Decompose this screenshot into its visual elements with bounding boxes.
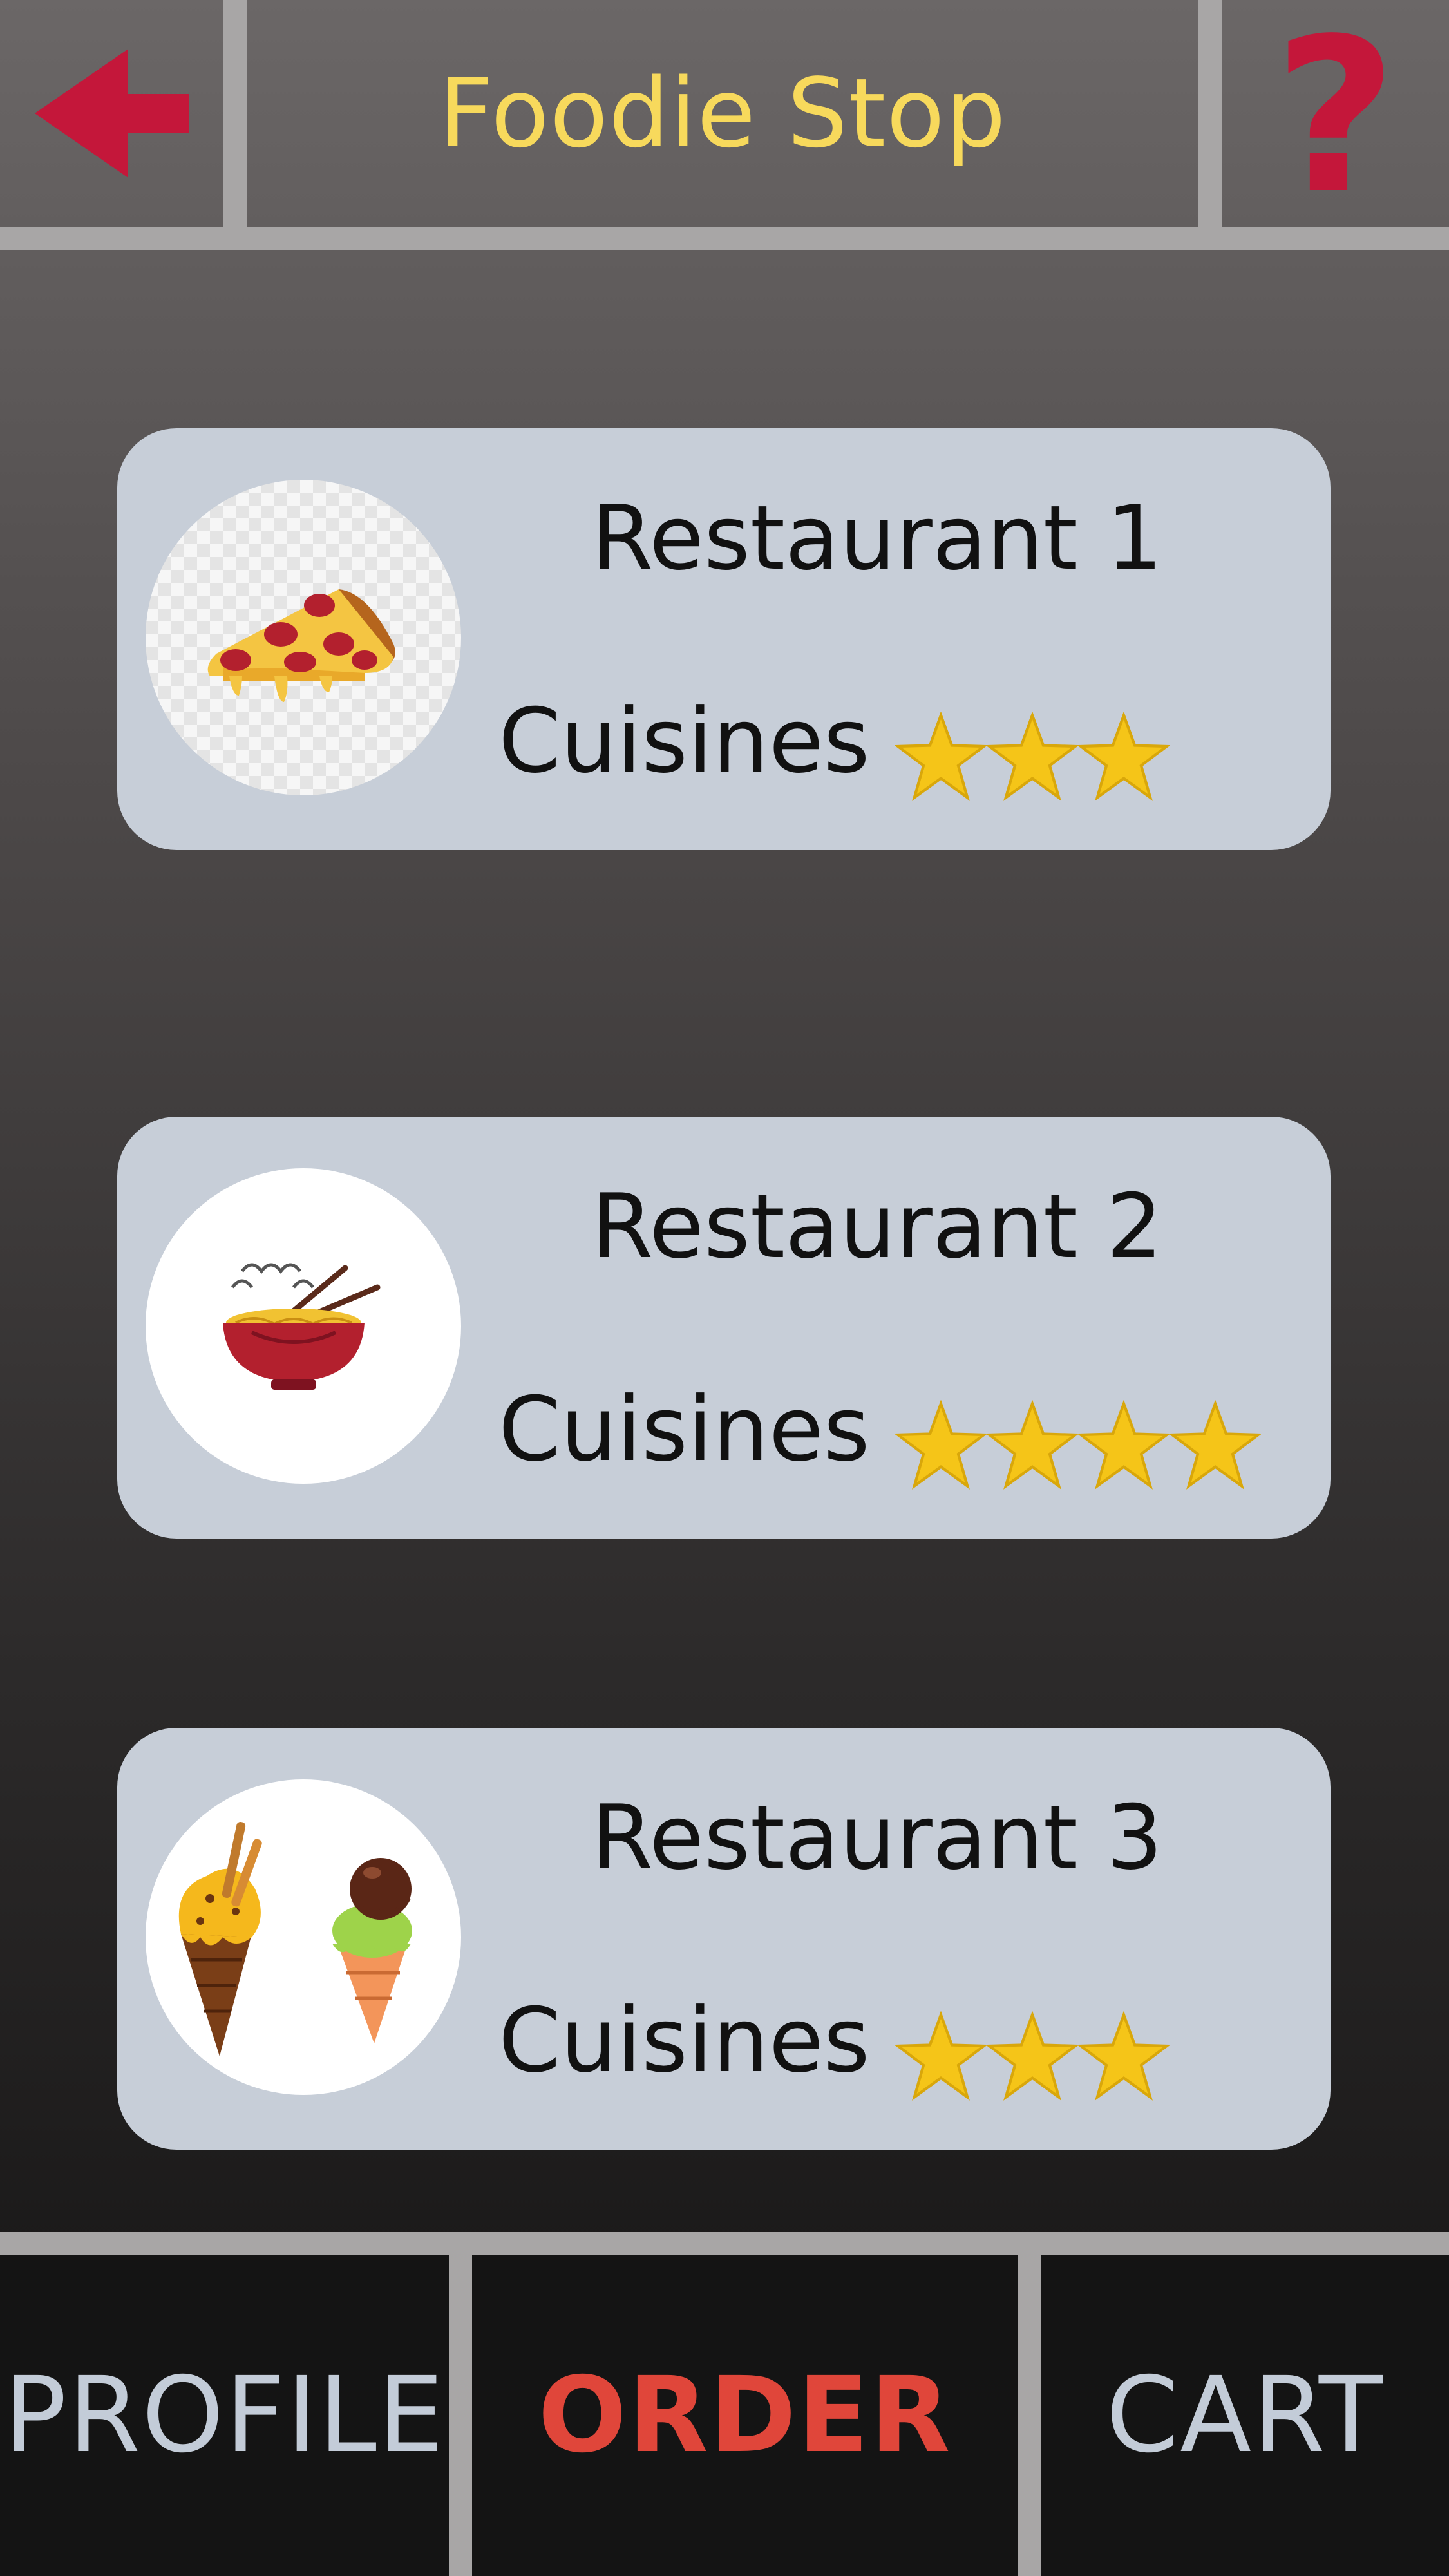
- restaurant-name: Restaurant 3: [591, 1786, 1163, 1889]
- app-title: Foodie Stop: [439, 58, 1007, 169]
- bottom-nav: PROFILE ORDER CART: [0, 2232, 1449, 2576]
- cuisine-label: Cuisines: [498, 1989, 870, 2092]
- header-bottom-border: [0, 227, 1449, 250]
- star-icon: [1170, 1400, 1261, 1490]
- app-header: Foodie Stop ?: [0, 0, 1449, 227]
- star-icon: [895, 712, 987, 801]
- rating-stars: [895, 712, 1170, 803]
- nav-profile-label: PROFILE: [3, 2355, 446, 2476]
- star-icon: [1078, 2011, 1170, 2101]
- restaurant-card[interactable]: Restaurant 2 Cuisines: [117, 1117, 1331, 1539]
- rating-stars: [895, 1400, 1261, 1492]
- restaurant-card[interactable]: Restaurant 1 Cuisines: [117, 428, 1331, 850]
- star-icon: [987, 712, 1078, 801]
- header-divider: [1198, 0, 1222, 227]
- star-icon: [987, 2011, 1078, 2101]
- help-button[interactable]: ?: [1222, 0, 1449, 227]
- nav-order-button[interactable]: ORDER: [472, 2255, 1018, 2576]
- pizza-icon: [146, 480, 461, 795]
- nav-divider: [1018, 2255, 1041, 2576]
- restaurant-name: Restaurant 2: [591, 1175, 1163, 1278]
- nav-cart-button[interactable]: CART: [1041, 2255, 1449, 2576]
- nav-top-border: [0, 2232, 1449, 2255]
- restaurant-name: Restaurant 1: [591, 486, 1163, 590]
- title-area: Foodie Stop: [247, 0, 1198, 227]
- star-icon: [1078, 712, 1170, 801]
- help-icon: ?: [1273, 0, 1397, 240]
- star-icon: [895, 2011, 987, 2101]
- star-icon: [1078, 1400, 1170, 1490]
- ice-cream-icon: [146, 1779, 461, 2095]
- noodle-bowl-icon: [146, 1168, 461, 1484]
- nav-profile-button[interactable]: PROFILE: [0, 2255, 449, 2576]
- star-icon: [895, 1400, 987, 1490]
- cuisine-label: Cuisines: [498, 1378, 870, 1481]
- nav-order-label: ORDER: [538, 2355, 952, 2476]
- nav-divider: [449, 2255, 472, 2576]
- header-divider: [223, 0, 247, 227]
- nav-cart-label: CART: [1106, 2355, 1384, 2476]
- back-button[interactable]: [0, 0, 223, 227]
- cuisine-label: Cuisines: [498, 689, 870, 793]
- restaurant-card[interactable]: Restaurant 3 Cuisines: [117, 1728, 1331, 2150]
- star-icon: [987, 1400, 1078, 1490]
- back-arrow-icon: [34, 49, 189, 178]
- rating-stars: [895, 2011, 1170, 2103]
